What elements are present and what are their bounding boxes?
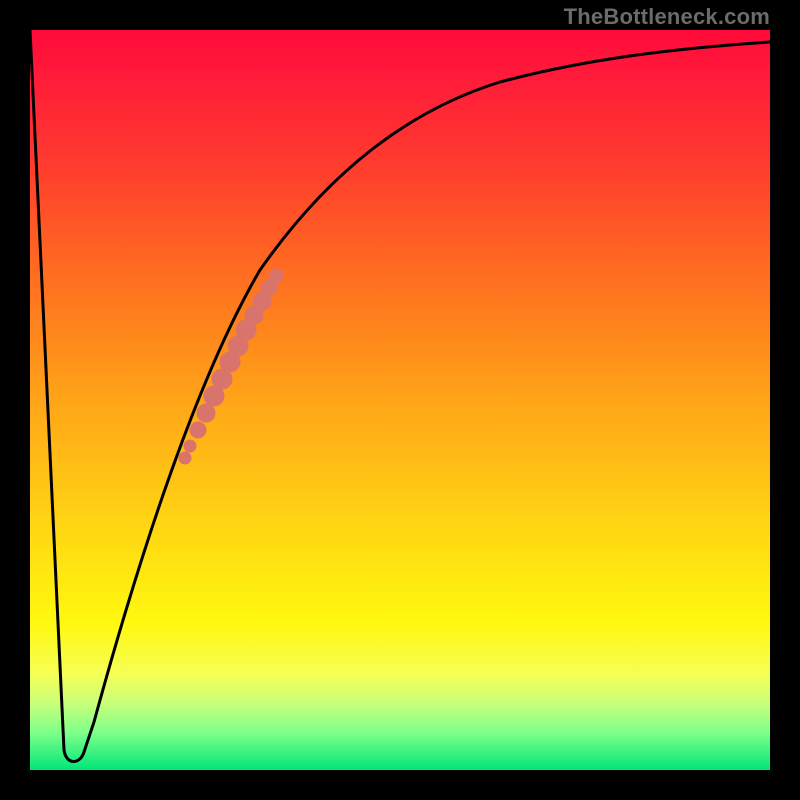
attribution-text: TheBottleneck.com — [564, 4, 770, 30]
plot-area — [30, 30, 770, 770]
chart-frame: TheBottleneck.com — [0, 0, 800, 800]
marker-group — [179, 269, 283, 464]
marker-dot — [184, 440, 196, 452]
marker-dot — [269, 269, 283, 283]
marker-dot — [197, 404, 215, 422]
marker-dot — [190, 422, 206, 438]
marker-dot — [179, 452, 191, 464]
curve-svg — [30, 30, 770, 770]
bottleneck-curve — [30, 30, 770, 762]
